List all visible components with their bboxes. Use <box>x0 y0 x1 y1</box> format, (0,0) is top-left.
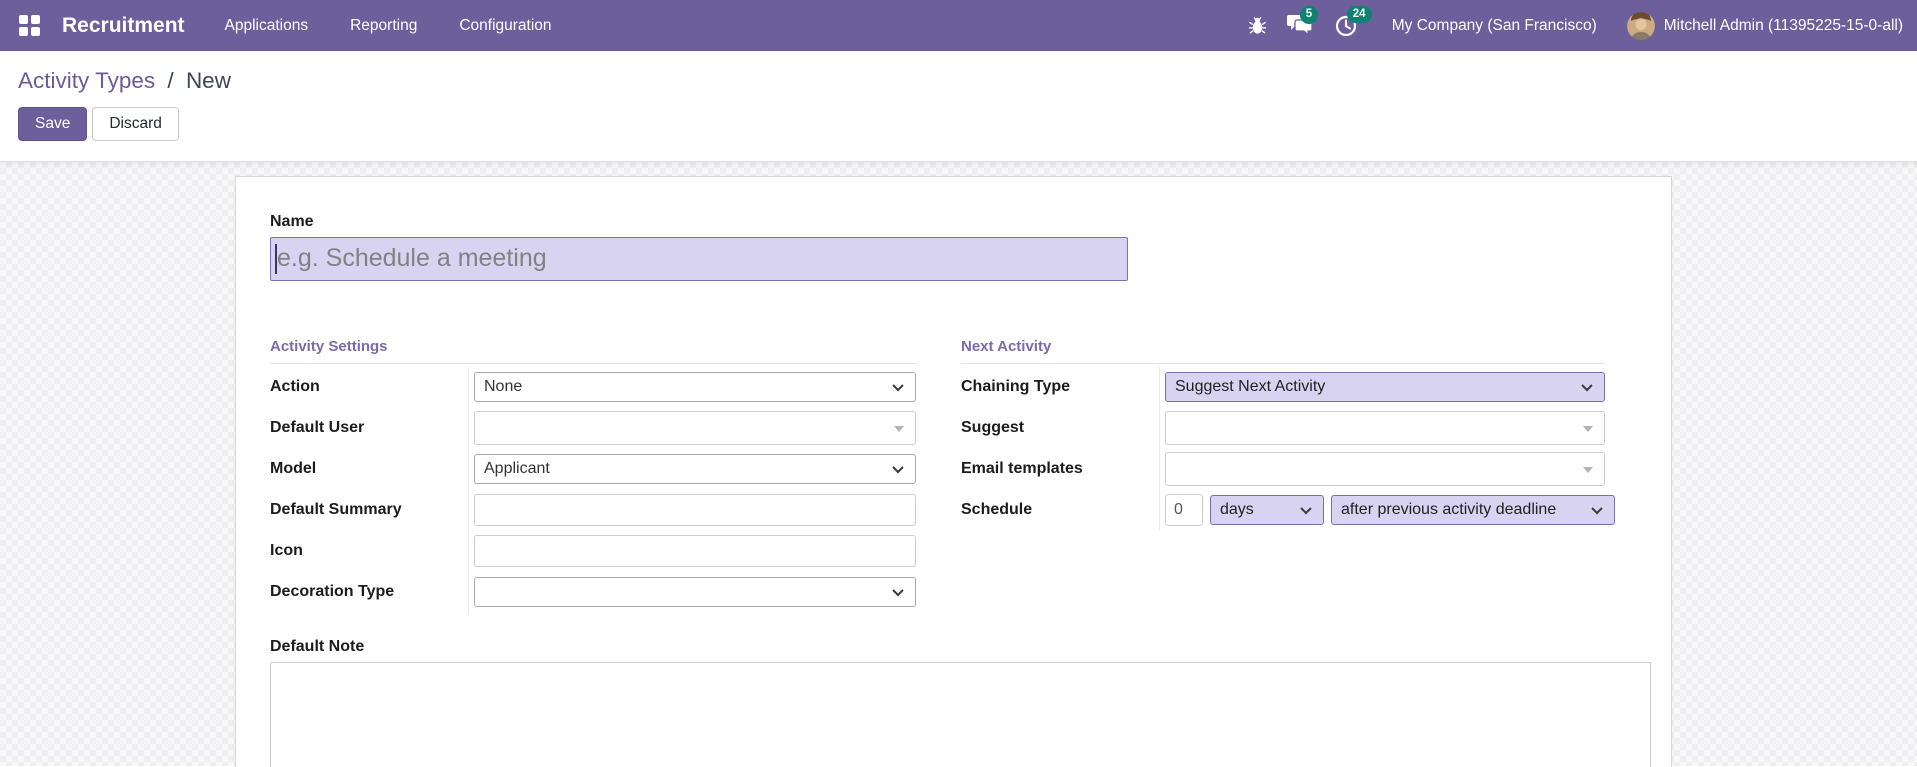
name-input[interactable] <box>270 236 1128 281</box>
chaining-type-select[interactable]: Suggest Next Activity <box>1165 372 1605 402</box>
text-cursor <box>275 243 277 274</box>
caret-down-icon <box>894 426 904 432</box>
icon-input[interactable] <box>474 535 916 567</box>
schedule-label: Schedule <box>961 489 1160 531</box>
default-user-row: Default User <box>270 407 916 449</box>
navbar-systray: 5 24 My Company (San Francisco) Mitchell… <box>1248 5 1903 40</box>
app-name[interactable]: Recruitment <box>62 14 185 38</box>
breadcrumb-separator: / <box>167 68 174 93</box>
apps-grid-icon[interactable] <box>19 15 40 36</box>
menu-applications[interactable]: Applications <box>223 2 311 50</box>
apps-grid-cell <box>19 27 28 36</box>
default-summary-input[interactable] <box>474 494 916 526</box>
breadcrumb-current: New <box>185 68 231 93</box>
icon-row: Icon <box>270 530 916 572</box>
menu-reporting[interactable]: Reporting <box>348 2 419 50</box>
model-row: Model Applicant <box>270 448 916 490</box>
decoration-type-row: Decoration Type <box>270 571 916 613</box>
user-menu[interactable]: Mitchell Admin (11395225-15-0-all) <box>1626 11 1903 40</box>
avatar <box>1626 11 1655 40</box>
default-note-block: Default Note <box>270 637 1651 767</box>
action-row: Action None <box>270 366 916 408</box>
suggest-row: Suggest <box>961 407 1605 449</box>
default-user-label: Default User <box>270 407 469 449</box>
control-panel: Activity Types / New Save Discard <box>0 51 1917 161</box>
chevron-down-icon <box>892 462 904 474</box>
apps-grid-cell <box>31 27 40 36</box>
default-user-field[interactable] <box>474 411 916 445</box>
form-sheet: Name Activity Settings Action None <box>235 175 1672 767</box>
next-activity-group: Next Activity Chaining Type Suggest Next… <box>961 338 1615 613</box>
caret-down-icon <box>1583 426 1593 432</box>
caret-down-icon <box>1583 467 1593 473</box>
decoration-type-label: Decoration Type <box>270 571 469 613</box>
form-action-buttons: Save Discard <box>18 107 1917 141</box>
form-view-background: Name Activity Settings Action None <box>0 160 1917 767</box>
schedule-row: Schedule days after previous activity de… <box>961 489 1615 531</box>
schedule-relation-value: after previous activity deadline <box>1341 501 1557 518</box>
chaining-type-row: Chaining Type Suggest Next Activity <box>961 366 1605 408</box>
chevron-down-icon <box>1300 503 1312 515</box>
settings-groups: Activity Settings Action None Default Us… <box>270 338 1637 613</box>
action-select-value: None <box>484 378 523 395</box>
schedule-unit-select[interactable]: days <box>1210 495 1324 525</box>
icon-label: Icon <box>270 530 469 572</box>
chevron-down-icon <box>892 585 904 597</box>
default-note-label: Default Note <box>270 637 365 655</box>
discard-button[interactable]: Discard <box>92 107 179 141</box>
activity-settings-title: Activity Settings <box>270 338 916 364</box>
messages-count-badge: 5 <box>1299 6 1319 24</box>
next-activity-title: Next Activity <box>961 338 1605 364</box>
schedule-relation-select[interactable]: after previous activity deadline <box>1331 495 1615 525</box>
company-switcher[interactable]: My Company (San Francisco) <box>1392 17 1597 35</box>
email-templates-label: Email templates <box>961 448 1160 490</box>
bug-icon <box>1248 17 1266 34</box>
chevron-down-icon <box>892 380 904 392</box>
apps-grid-cell <box>31 15 40 24</box>
activities-clock-icon[interactable]: 24 <box>1334 5 1372 38</box>
user-name: Mitchell Admin (11395225-15-0-all) <box>1663 16 1903 34</box>
model-select-value: Applicant <box>484 460 550 477</box>
default-summary-label: Default Summary <box>270 489 469 531</box>
chaining-type-label: Chaining Type <box>961 366 1160 408</box>
main-menu: Applications Reporting Configuration <box>223 2 554 50</box>
activity-settings-group: Activity Settings Action None Default Us… <box>270 338 916 613</box>
chaining-type-select-value: Suggest Next Activity <box>1175 378 1326 395</box>
menu-configuration[interactable]: Configuration <box>457 2 553 50</box>
default-summary-row: Default Summary <box>270 489 916 531</box>
schedule-unit-value: days <box>1220 501 1254 518</box>
messages-icon[interactable]: 5 <box>1286 6 1319 37</box>
action-label: Action <box>270 366 469 408</box>
name-label: Name <box>270 212 314 230</box>
model-select[interactable]: Applicant <box>474 454 916 484</box>
apps-grid-cell <box>19 15 28 24</box>
debug-bug-icon[interactable] <box>1248 16 1267 35</box>
save-button[interactable]: Save <box>18 107 88 141</box>
default-note-textarea[interactable] <box>270 661 1651 767</box>
activities-count-badge: 24 <box>1346 5 1372 23</box>
suggest-label: Suggest <box>961 407 1160 449</box>
email-templates-field[interactable] <box>1165 452 1605 486</box>
chevron-down-icon <box>1591 503 1603 515</box>
email-templates-row: Email templates <box>961 448 1605 490</box>
chevron-down-icon <box>1581 380 1593 392</box>
breadcrumb-activity-types-link[interactable]: Activity Types <box>18 68 155 93</box>
action-select[interactable]: None <box>474 372 916 402</box>
decoration-type-select[interactable] <box>474 577 916 607</box>
top-navbar: Recruitment Applications Reporting Confi… <box>0 0 1917 51</box>
model-label: Model <box>270 448 469 490</box>
schedule-number-input[interactable] <box>1165 494 1203 526</box>
name-field-block: Name <box>270 213 1637 281</box>
breadcrumb: Activity Types / New <box>18 68 1917 94</box>
suggest-field[interactable] <box>1165 411 1605 445</box>
